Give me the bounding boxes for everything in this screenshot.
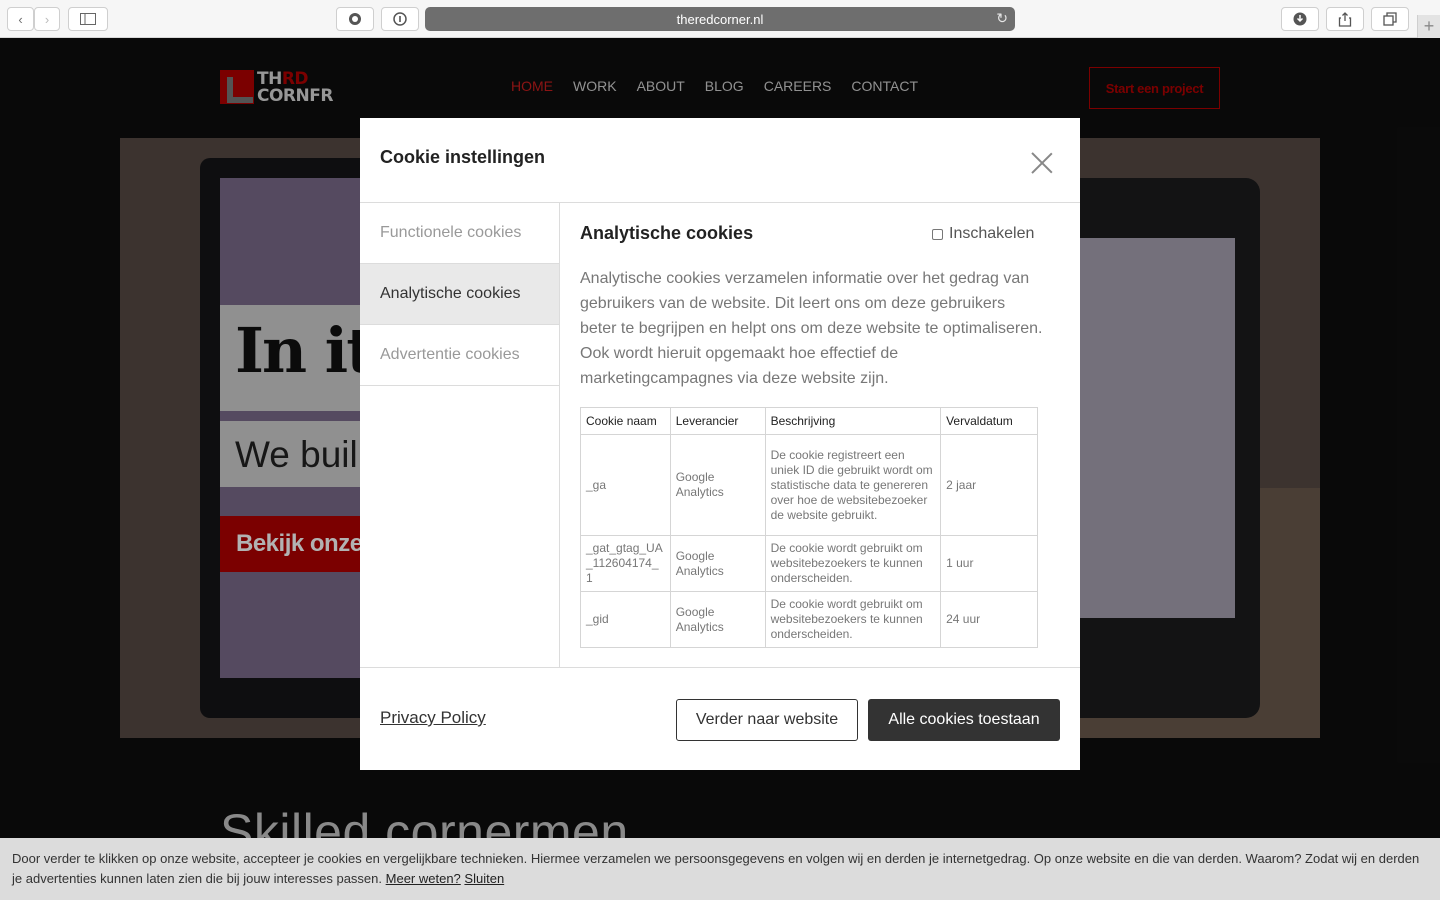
cookie-name: _ga — [580, 434, 671, 536]
shield-icon — [349, 13, 361, 25]
share-button[interactable] — [1326, 7, 1364, 31]
cookie-consent-bar: Door verder te klikken op onze website, … — [0, 838, 1440, 900]
more-info-link[interactable]: Meer weten? — [386, 871, 461, 886]
cookie-expiry: 2 jaar — [940, 434, 1038, 536]
modal-header: Cookie instellingen — [360, 118, 1080, 203]
section-description: Analytische cookies verzamelen informati… — [580, 270, 1043, 387]
enable-checkbox[interactable] — [932, 228, 943, 240]
table-row: _ga Google Analytics De cookie registree… — [580, 434, 1038, 536]
modal-title: Cookie instellingen — [380, 147, 546, 167]
enable-label: Inschakelen — [949, 225, 1035, 242]
close-bar-link[interactable]: Sluiten — [464, 871, 504, 886]
back-button[interactable]: ‹ — [7, 7, 34, 31]
plus-icon: + — [1423, 16, 1435, 36]
cookie-name: _gat_gtag_UA_112604174_1 — [580, 535, 671, 592]
url-text: theredcorner.nl — [676, 11, 764, 27]
continue-to-website-button[interactable]: Verder naar website — [676, 699, 858, 741]
cookie-vendor: Google Analytics — [669, 434, 766, 536]
info-icon — [393, 12, 407, 26]
close-icon[interactable] — [1027, 148, 1057, 178]
column-header-description: Beschrijving — [764, 407, 942, 435]
cookie-bar-text: Door verder te klikken op onze website, … — [12, 851, 1420, 886]
sidebar-button[interactable] — [68, 7, 108, 31]
section-title: Analytische cookies — [580, 223, 754, 243]
share-icon — [1338, 11, 1352, 27]
modal-footer: Privacy Policy Verder naar website Alle … — [360, 667, 1080, 770]
column-header-vendor: Leverancier — [669, 407, 766, 435]
cookie-expiry: 24 uur — [940, 591, 1038, 648]
cookie-expiry: 1 uur — [940, 535, 1038, 592]
table-row: _gat_gtag_UA_112604174_1 Google Analytic… — [580, 535, 1038, 592]
tab-analytics-cookies[interactable]: Analytische cookies — [360, 264, 559, 325]
downloads-button[interactable] — [1281, 7, 1319, 31]
browser-toolbar: ‹ › theredcorner.nl ↻ + — [0, 0, 1440, 38]
forward-button[interactable]: › — [34, 7, 60, 31]
tabs-button[interactable] — [1371, 7, 1409, 31]
accept-all-cookies-button[interactable]: Alle cookies toestaan — [868, 699, 1060, 741]
cookie-description: De cookie wordt gebruikt om websitebezoe… — [764, 535, 942, 592]
cookie-description: De cookie registreert een uniek ID die g… — [764, 434, 942, 536]
privacy-policy-link[interactable]: Privacy Policy — [380, 708, 486, 728]
enable-toggle[interactable]: Inschakelen — [932, 225, 1034, 243]
address-bar[interactable]: theredcorner.nl ↻ — [425, 7, 1015, 31]
cookie-name: _gid — [580, 591, 671, 648]
tabs-icon — [1383, 12, 1397, 26]
sidebar-icon — [80, 13, 96, 25]
extension-button-1[interactable] — [336, 7, 374, 31]
table-row: _gid Google Analytics De cookie wordt ge… — [580, 591, 1038, 648]
column-header-expiry: Vervaldatum — [940, 407, 1038, 435]
chevron-right-icon: › — [44, 11, 50, 27]
tab-advertising-cookies[interactable]: Advertentie cookies — [360, 325, 559, 386]
cookie-settings-modal: Cookie instellingen Functionele cookies … — [360, 118, 1080, 770]
cookie-vendor: Google Analytics — [669, 591, 766, 648]
column-header-name: Cookie naam — [580, 407, 671, 435]
download-icon — [1293, 12, 1307, 26]
table-header-row: Cookie naam Leverancier Beschrijving Ver… — [580, 407, 1038, 435]
chevron-left-icon: ‹ — [18, 11, 23, 27]
new-tab-button[interactable]: + — [1417, 15, 1440, 38]
reload-icon[interactable]: ↻ — [996, 10, 1008, 27]
tab-functional-cookies[interactable]: Functionele cookies — [360, 203, 559, 264]
cookie-table: Cookie naam Leverancier Beschrijving Ver… — [580, 407, 1038, 648]
cookie-category-list: Functionele cookies Analytische cookies … — [360, 203, 560, 667]
extension-button-2[interactable] — [381, 7, 419, 31]
cookie-vendor: Google Analytics — [669, 535, 766, 592]
cookie-description: De cookie wordt gebruikt om websitebezoe… — [764, 591, 942, 648]
